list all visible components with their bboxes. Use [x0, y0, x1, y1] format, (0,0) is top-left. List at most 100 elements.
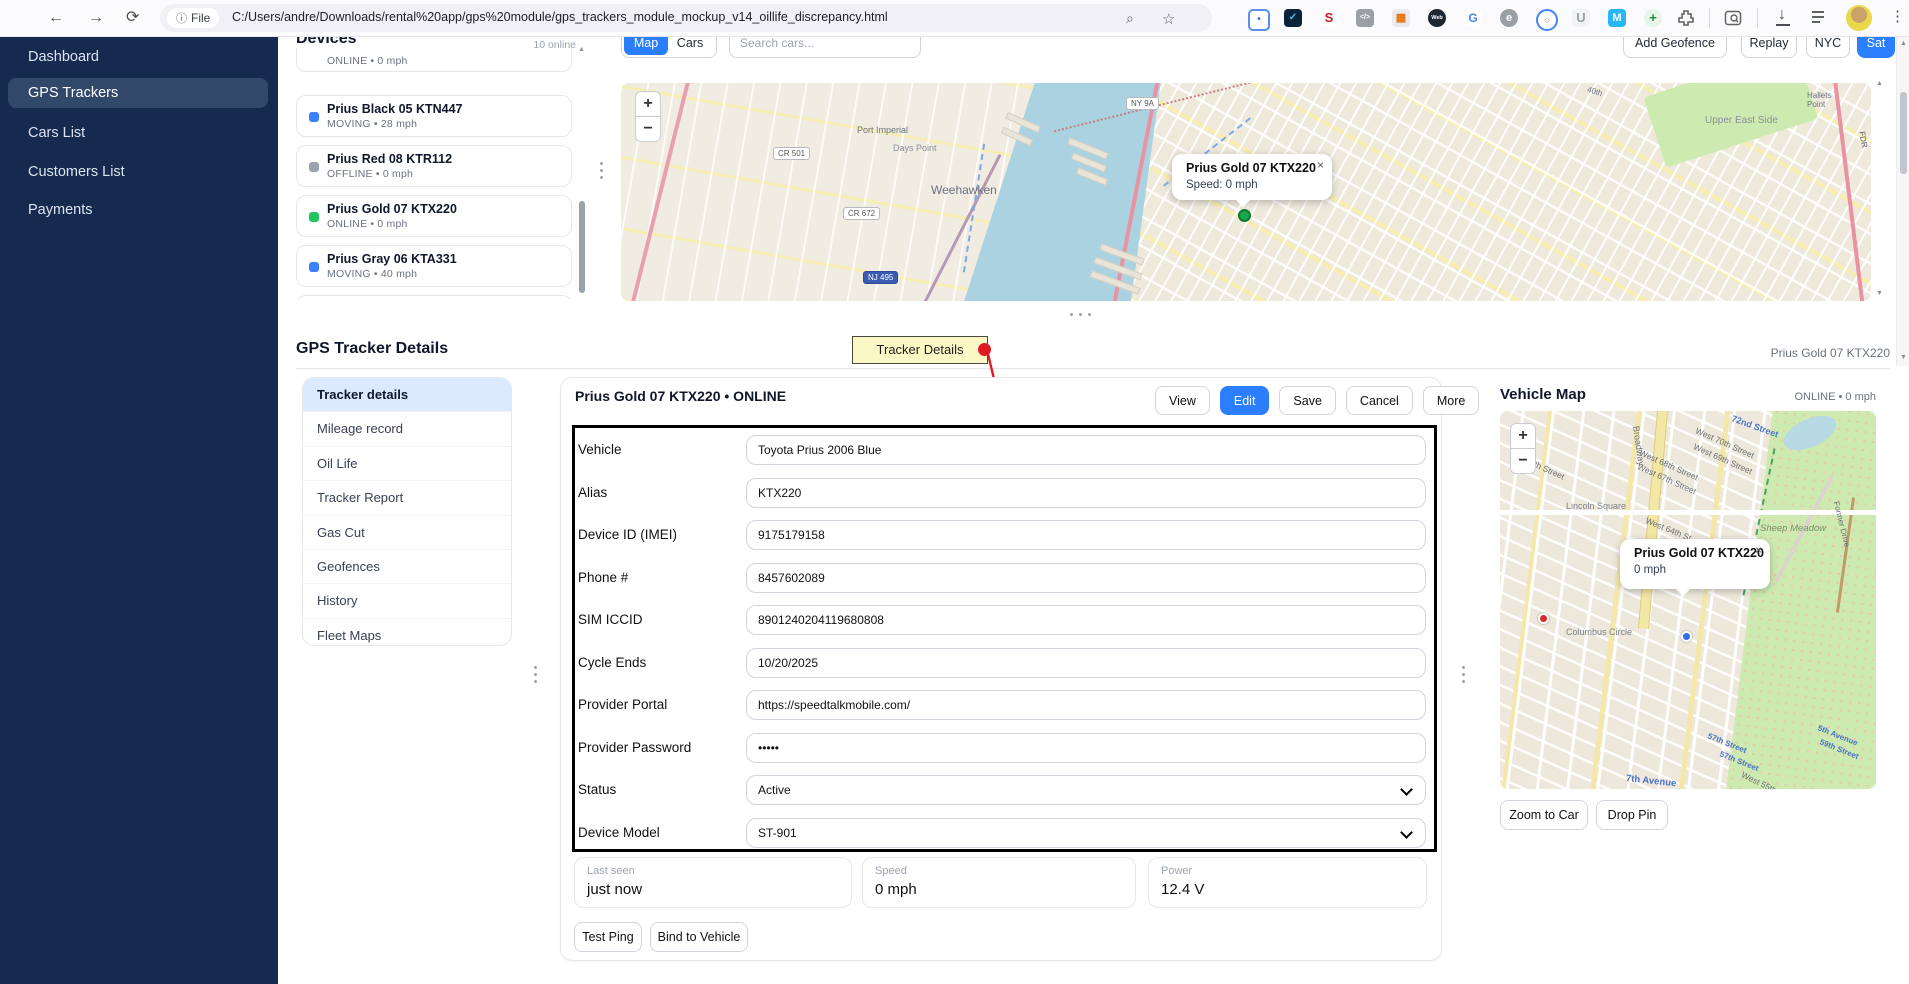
device-card[interactable]: Prius Gray 06 KTA331 MOVING • 40 mph: [296, 245, 572, 287]
zoom-page-icon[interactable]: ⌕: [1126, 10, 1134, 27]
scrollbar-track[interactable]: ▲ ▼: [1896, 36, 1909, 366]
vehicle-map-status: ONLINE • 0 mph: [1696, 391, 1876, 403]
scroll-up-icon[interactable]: ▲: [1900, 40, 1907, 47]
sim-iccid-field[interactable]: [746, 605, 1426, 635]
drop-pin-button[interactable]: Drop Pin: [1596, 800, 1668, 830]
popup-close-icon[interactable]: ×: [1755, 543, 1762, 557]
devices-scrollbar-thumb[interactable]: [579, 201, 585, 293]
sidebar-item-customers-list[interactable]: Customers List: [0, 157, 278, 187]
sidebar-item-payments[interactable]: Payments: [0, 195, 278, 225]
replay-button[interactable]: Replay: [1741, 36, 1797, 58]
scroll-up-icon[interactable]: ▲: [1876, 80, 1883, 87]
status-select[interactable]: Active: [746, 775, 1426, 805]
url-text[interactable]: C:/Users/andre/Downloads/rental%20app/gp…: [232, 10, 888, 24]
popup-close-icon[interactable]: ×: [1317, 158, 1324, 172]
add-geofence-button[interactable]: Add Geofence: [1623, 36, 1727, 58]
sidebar-item-dashboard[interactable]: Dashboard: [0, 42, 278, 72]
devices-map-drag-handle[interactable]: [600, 158, 603, 183]
map-toggle-button[interactable]: Map: [624, 36, 668, 55]
extension-icon[interactable]: M: [1608, 9, 1626, 27]
device-card[interactable]: Prius Gold 07 KTX220 ONLINE • 0 mph: [296, 195, 572, 237]
zoom-to-car-button[interactable]: Zoom to Car: [1500, 800, 1588, 830]
phone-field[interactable]: [746, 563, 1426, 593]
sidebar-item-gps-trackers[interactable]: GPS Trackers: [8, 78, 268, 108]
tab-label: Geofences: [317, 559, 380, 574]
fleet-map[interactable]: Port Imperial Days Point Weehawken CR 50…: [621, 83, 1871, 301]
bookmark-star-icon[interactable]: ☆: [1162, 10, 1175, 28]
nyc-button[interactable]: NYC: [1806, 36, 1850, 58]
scroll-up-icon[interactable]: ▲: [578, 46, 585, 53]
vehicle-marker-icon[interactable]: [1238, 209, 1251, 222]
satellite-toggle-button[interactable]: Sat: [1857, 36, 1895, 58]
zoom-in-button[interactable]: +: [635, 91, 661, 117]
panel-drag-handle[interactable]: [1462, 662, 1465, 687]
zoom-out-button[interactable]: −: [635, 116, 661, 142]
scroll-down-icon[interactable]: ▼: [1900, 354, 1907, 361]
file-scheme-chip[interactable]: ⓘ File: [167, 8, 219, 28]
forward-icon[interactable]: →: [88, 8, 104, 28]
tab-oil-life[interactable]: Oil Life: [303, 447, 511, 481]
extension-icon[interactable]: ▦: [1392, 9, 1410, 27]
panel-drag-handle[interactable]: [534, 662, 537, 687]
extension-icon[interactable]: Web: [1428, 9, 1446, 27]
extension-icon[interactable]: ✓: [1284, 9, 1302, 27]
bind-to-vehicle-button[interactable]: Bind to Vehicle: [650, 922, 748, 952]
vehicle-map[interactable]: 72nd Street West 70th Street West 69th S…: [1500, 411, 1876, 789]
extension-icon[interactable]: S: [1320, 9, 1338, 27]
extension-icon[interactable]: </>: [1356, 9, 1374, 27]
extension-icon[interactable]: +: [1644, 9, 1662, 27]
device-card[interactable]: Prius Black 05 KTN447 MOVING • 28 mph: [296, 95, 572, 137]
cars-toggle-button[interactable]: Cars: [668, 36, 712, 50]
tab-fleet-maps[interactable]: Fleet Maps: [303, 619, 511, 646]
device-card-partial[interactable]: ONLINE • 0 mph: [296, 48, 572, 72]
tab-tracker-details[interactable]: Tracker details: [303, 378, 511, 412]
tab-gas-cut[interactable]: Gas Cut: [303, 516, 511, 550]
view-button[interactable]: View: [1155, 386, 1210, 415]
tab-tracker-report[interactable]: Tracker Report: [303, 481, 511, 515]
cycle-ends-field[interactable]: [746, 648, 1426, 678]
chevron-down-icon: [1400, 826, 1413, 839]
map-label: Days Point: [893, 143, 937, 153]
extension-icon[interactable]: e: [1500, 9, 1518, 27]
device-card[interactable]: Prius White 09 KTB902: [296, 295, 572, 299]
translate-extension-icon[interactable]: G: [1464, 9, 1482, 27]
sidebar-item-cars-list[interactable]: Cars List: [0, 118, 278, 148]
vehicle-marker-icon[interactable]: [1681, 631, 1692, 642]
profile-avatar[interactable]: [1846, 5, 1872, 31]
tab-history[interactable]: History: [303, 584, 511, 618]
section-resize-handle[interactable]: [1070, 313, 1091, 316]
extensions-puzzle-icon[interactable]: [1678, 10, 1694, 26]
scroll-down-icon[interactable]: ▼: [1876, 290, 1883, 297]
pin-marker-icon[interactable]: [1538, 613, 1549, 624]
search-cars-input[interactable]: [729, 36, 921, 58]
kebab-menu-icon[interactable]: ⋮: [1890, 7, 1905, 27]
alias-field[interactable]: [746, 478, 1426, 508]
url-bar[interactable]: ⓘ File C:/Users/andre/Downloads/rental%2…: [160, 4, 1212, 32]
playlist-icon[interactable]: [1812, 11, 1824, 23]
save-button[interactable]: Save: [1279, 386, 1336, 415]
scrollbar-thumb[interactable]: [1900, 92, 1907, 174]
provider-password-field[interactable]: [746, 733, 1426, 763]
extension-icon[interactable]: •: [1248, 9, 1270, 31]
cancel-button[interactable]: Cancel: [1346, 386, 1413, 415]
side-panel-search-icon[interactable]: [1724, 9, 1742, 27]
map-route-badge: NY 9A: [1126, 97, 1159, 110]
more-button[interactable]: More: [1423, 386, 1479, 415]
map-label: Port Imperial: [857, 125, 908, 135]
device-model-select[interactable]: ST-901: [746, 818, 1426, 848]
edit-button[interactable]: Edit: [1220, 386, 1270, 415]
extension-icon[interactable]: U: [1572, 9, 1590, 27]
extension-icon[interactable]: ○: [1536, 9, 1558, 31]
device-card[interactable]: Prius Red 08 KTR112 OFFLINE • 0 mph: [296, 145, 572, 187]
back-icon[interactable]: ←: [48, 8, 64, 28]
vehicle-field[interactable]: [746, 435, 1426, 465]
provider-portal-field[interactable]: [746, 690, 1426, 720]
downloads-icon[interactable]: ↓: [1778, 5, 1786, 25]
imei-field[interactable]: [746, 520, 1426, 550]
tab-geofences[interactable]: Geofences: [303, 550, 511, 584]
zoom-out-button[interactable]: −: [1510, 448, 1536, 474]
test-ping-button[interactable]: Test Ping: [574, 922, 642, 952]
tab-mileage-record[interactable]: Mileage record: [303, 412, 511, 446]
zoom-in-button[interactable]: +: [1510, 423, 1536, 449]
reload-icon[interactable]: ⟳: [126, 8, 139, 28]
